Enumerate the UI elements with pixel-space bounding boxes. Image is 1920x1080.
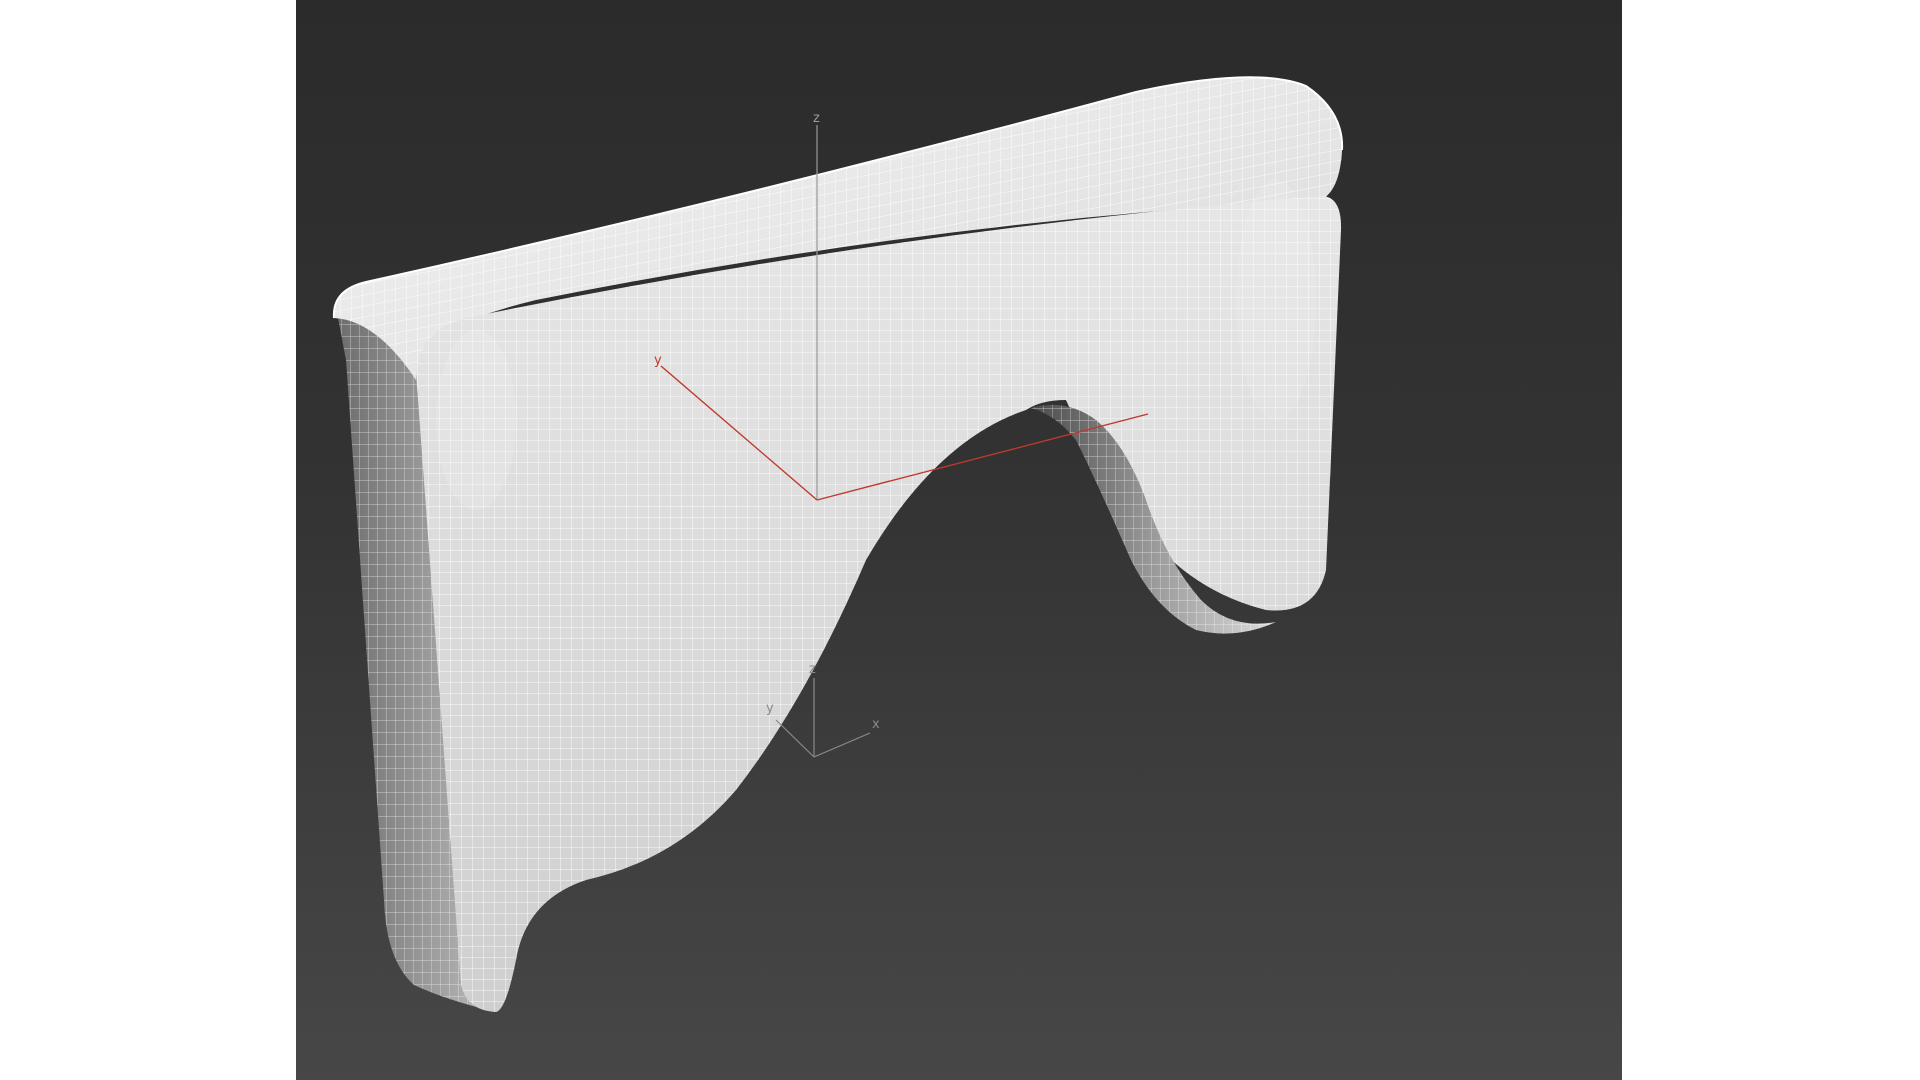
tripod-x-axis <box>813 732 871 758</box>
screenshot-frame: z y z y x <box>0 0 1920 1080</box>
3d-viewport[interactable]: z y z y x <box>296 0 1622 1080</box>
viewport-canvas[interactable]: z y z y x <box>296 0 1622 1080</box>
gizmo-z-label: z <box>813 111 820 126</box>
tripod-y-label: y <box>766 701 774 716</box>
highlight-left <box>436 330 516 510</box>
tripod-x-label: x <box>872 717 880 732</box>
highlight-right <box>1236 180 1316 420</box>
tripod-y-axis <box>775 719 815 758</box>
gizmo-y-label: y <box>654 353 662 368</box>
tripod-z-label: z <box>809 662 816 677</box>
